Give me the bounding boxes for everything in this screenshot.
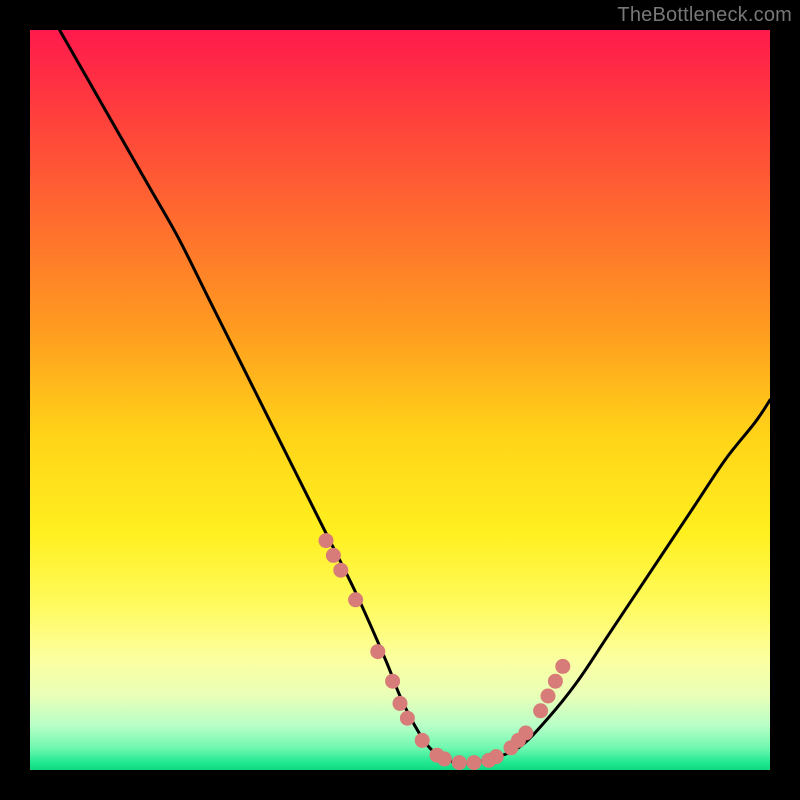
highlight-dot <box>415 733 430 748</box>
highlight-dot <box>393 696 408 711</box>
highlight-dot <box>518 726 533 741</box>
chart-svg <box>30 30 770 770</box>
highlight-dot <box>548 674 563 689</box>
highlight-dot <box>400 711 415 726</box>
highlight-dot <box>348 592 363 607</box>
highlight-dot <box>555 659 570 674</box>
highlight-dot <box>541 689 556 704</box>
highlight-dot <box>533 703 548 718</box>
watermark-text: TheBottleneck.com <box>617 4 792 27</box>
highlight-dot <box>333 563 348 578</box>
highlight-dot <box>385 674 400 689</box>
highlight-dot <box>467 755 482 770</box>
highlight-dot <box>319 533 334 548</box>
bottleneck-curve-path <box>60 30 770 763</box>
highlight-dots <box>319 533 571 770</box>
highlight-dot <box>437 751 452 766</box>
highlight-dot <box>452 755 467 770</box>
highlight-dot <box>370 644 385 659</box>
chart-frame: TheBottleneck.com <box>0 0 800 800</box>
plot-area <box>30 30 770 770</box>
highlight-dot <box>489 749 504 764</box>
bottleneck-curve <box>60 30 770 763</box>
highlight-dot <box>326 548 341 563</box>
